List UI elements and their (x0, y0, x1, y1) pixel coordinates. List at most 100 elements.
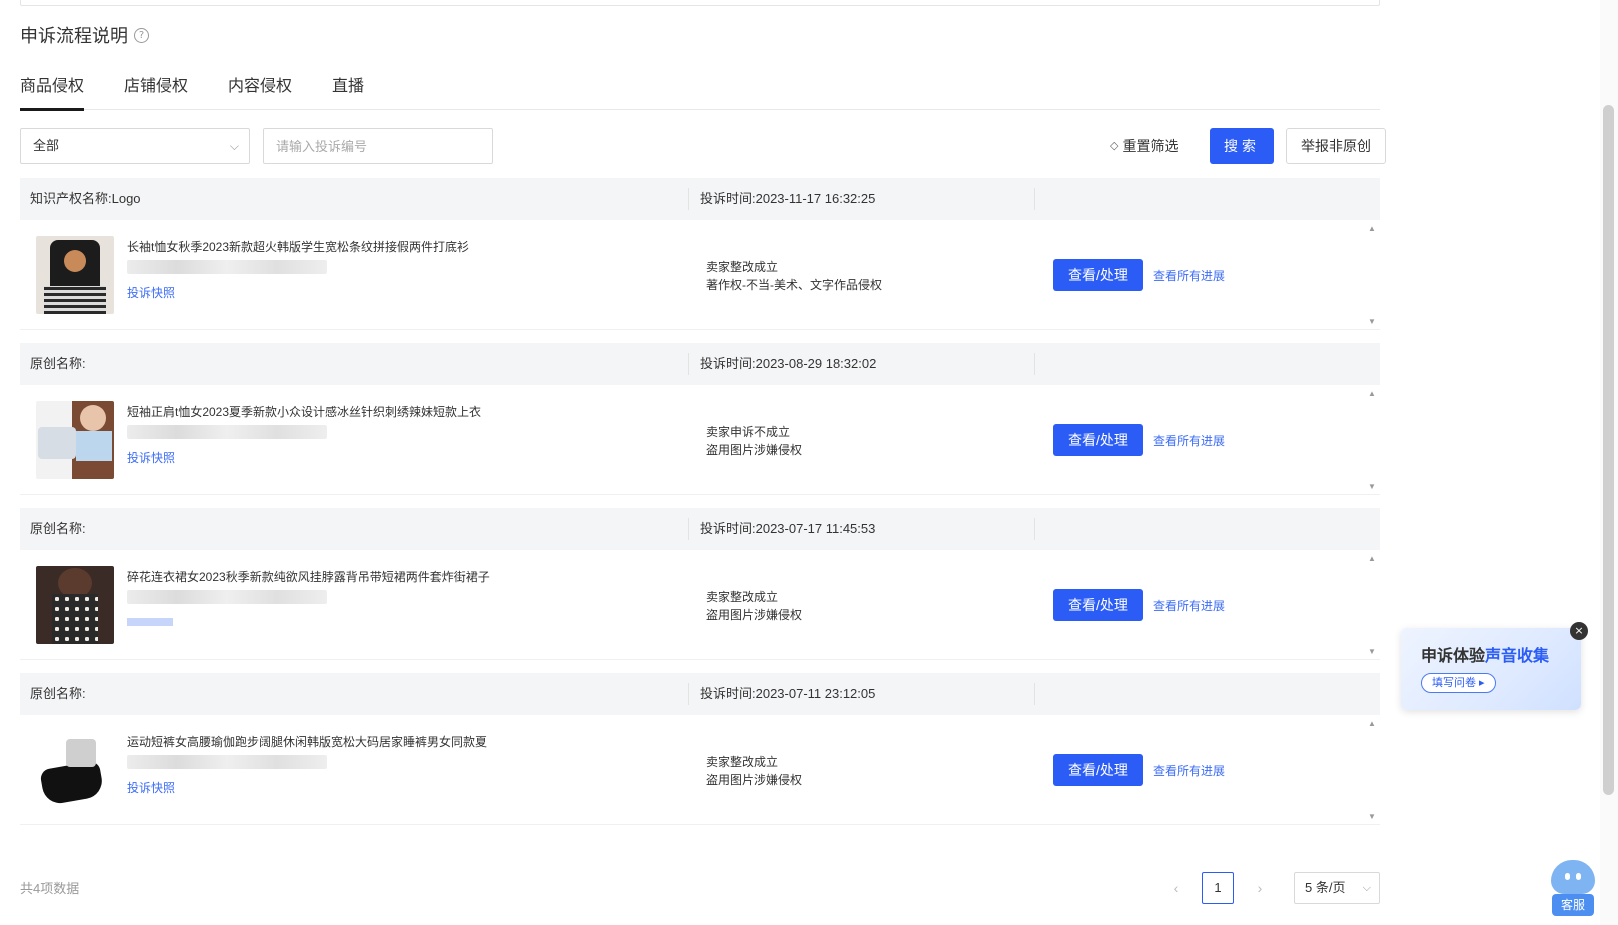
view-all-progress-link[interactable]: 查看所有进展 (1153, 267, 1225, 284)
complaint-snapshot-link[interactable] (127, 618, 173, 626)
complaint-record: 原创名称: 投诉时间:2023-07-11 23:12:05 运动短裤女高腰瑜伽… (20, 673, 1380, 825)
record-name: 原创名称: (30, 521, 86, 536)
filter-row: 全部 ⌵ ◇ 重置筛选 搜索 举报非原创 (20, 128, 1386, 164)
view-handle-button[interactable]: 查看/处理 (1053, 259, 1143, 291)
reset-filter-button[interactable]: ◇ 重置筛选 (1110, 128, 1178, 164)
next-page-icon[interactable]: › (1244, 872, 1276, 904)
complaint-snapshot-link[interactable]: 投诉快照 (127, 449, 175, 466)
record-body: 运动短裤女高腰瑜伽跑步阔腿休闲韩版宽松大码居家睡裤男女同款夏 投诉快照 卖家整改… (20, 715, 1380, 825)
fill-survey-button[interactable]: 填写问卷 ▸ (1421, 673, 1496, 693)
view-all-progress-link[interactable]: 查看所有进展 (1153, 762, 1225, 779)
record-status: 卖家整改成立 盗用图片涉嫌侵权 (706, 588, 802, 624)
record-header: 原创名称: 投诉时间:2023-07-17 11:45:53 (20, 508, 1380, 550)
view-handle-button[interactable]: 查看/处理 (1053, 754, 1143, 786)
reset-filter-label: 重置筛选 (1122, 138, 1179, 154)
row-scrollbar[interactable]: ▲ ▼ (1364, 715, 1380, 825)
record-name: 原创名称: (30, 356, 86, 371)
mascot-eye (1565, 873, 1570, 880)
record-time: 投诉时间:2023-11-17 16:32:25 (700, 191, 876, 206)
status-reason: 盗用图片涉嫌侵权 (706, 443, 803, 457)
record-header: 原创名称: 投诉时间:2023-08-29 18:32:02 (20, 343, 1380, 385)
divider (1034, 188, 1035, 210)
scroll-down-icon[interactable]: ▼ (1368, 317, 1376, 326)
chevron-down-icon: ⌵ (1362, 882, 1371, 894)
tab-bar: 商品侵权 店铺侵权 内容侵权 直播 (20, 72, 1380, 111)
page-title: 申诉流程说明 ? (20, 22, 149, 48)
record-status: 卖家整改成立 盗用图片涉嫌侵权 (706, 753, 802, 789)
complaint-snapshot-link[interactable]: 投诉快照 (127, 779, 175, 796)
feedback-title: 申诉体验声音收集 (1421, 642, 1549, 666)
divider (688, 518, 689, 540)
page-size-select[interactable]: 5 条/页 ⌵ (1294, 872, 1380, 904)
scroll-up-icon[interactable]: ▲ (1368, 224, 1376, 233)
scroll-down-icon[interactable]: ▼ (1368, 647, 1376, 656)
divider (1034, 683, 1035, 705)
view-all-progress-link[interactable]: 查看所有进展 (1153, 597, 1225, 614)
feedback-survey-card[interactable]: 申诉体验声音收集 填写问卷 ▸ (1401, 628, 1581, 710)
page-number-1[interactable]: 1 (1202, 872, 1234, 904)
record-header: 原创名称: 投诉时间:2023-07-11 23:12:05 (20, 673, 1380, 715)
page-scrollbar[interactable] (1600, 0, 1618, 925)
divider (688, 188, 689, 210)
blurred-info (127, 260, 327, 274)
product-thumbnail[interactable] (36, 236, 114, 314)
complaint-record: 原创名称: 投诉时间:2023-07-17 11:45:53 碎花连衣裙女202… (20, 508, 1380, 660)
row-scrollbar[interactable]: ▲ ▼ (1364, 220, 1380, 330)
status-result: 卖家整改成立 (706, 260, 779, 274)
page-title-text: 申诉流程说明 (20, 26, 128, 46)
scroll-up-icon[interactable]: ▲ (1368, 554, 1376, 563)
product-thumbnail[interactable] (36, 566, 114, 644)
tab-live[interactable]: 直播 (332, 72, 364, 110)
status-reason: 盗用图片涉嫌侵权 (706, 608, 803, 622)
complaint-snapshot-link[interactable]: 投诉快照 (127, 284, 175, 301)
scroll-up-icon[interactable]: ▲ (1368, 719, 1376, 728)
row-scrollbar[interactable]: ▲ ▼ (1364, 550, 1380, 660)
report-non-original-button[interactable]: 举报非原创 (1286, 128, 1386, 164)
prev-page-icon[interactable]: ‹ (1160, 872, 1192, 904)
row-scrollbar[interactable]: ▲ ▼ (1364, 385, 1380, 495)
complaint-record: 知识产权名称:Logo 投诉时间:2023-11-17 16:32:25 长袖t… (20, 178, 1380, 330)
status-result: 卖家整改成立 (706, 590, 779, 604)
search-button[interactable]: 搜索 (1210, 128, 1274, 164)
customer-service-label: 客服 (1552, 894, 1594, 916)
blurred-info (127, 590, 327, 604)
scroll-up-icon[interactable]: ▲ (1368, 389, 1376, 398)
view-handle-button[interactable]: 查看/处理 (1053, 589, 1143, 621)
tab-store-infringement[interactable]: 店铺侵权 (124, 72, 188, 110)
scrollbar-thumb[interactable] (1603, 105, 1614, 795)
product-title[interactable]: 长袖t恤女秋季2023新款超火韩版学生宽松条纹拼接假两件打底衫 (127, 238, 469, 255)
feedback-title-part2: 声音收集 (1485, 648, 1550, 665)
scroll-down-icon[interactable]: ▼ (1368, 482, 1376, 491)
product-title[interactable]: 运动短裤女高腰瑜伽跑步阔腿休闲韩版宽松大码居家睡裤男女同款夏 (127, 733, 487, 750)
scroll-down-icon[interactable]: ▼ (1368, 812, 1376, 821)
close-icon[interactable]: × (1570, 622, 1588, 640)
view-handle-button[interactable]: 查看/处理 (1053, 424, 1143, 456)
complaint-record: 原创名称: 投诉时间:2023-08-29 18:32:02 短袖正肩t恤女20… (20, 343, 1380, 495)
customer-service-widget[interactable]: 客服 (1550, 860, 1596, 918)
status-reason: 著作权-不当-美术、文字作品侵权 (706, 278, 882, 292)
status-reason: 盗用图片涉嫌侵权 (706, 773, 803, 787)
divider (688, 683, 689, 705)
product-title[interactable]: 短袖正肩t恤女2023夏季新款小众设计感冰丝针织刺绣辣妹短款上衣 (127, 403, 481, 420)
feedback-title-part1: 申诉体验 (1421, 648, 1486, 665)
record-time: 投诉时间:2023-07-17 11:45:53 (700, 521, 876, 536)
record-body: 短袖正肩t恤女2023夏季新款小众设计感冰丝针织刺绣辣妹短款上衣 投诉快照 卖家… (20, 385, 1380, 495)
tab-product-infringement[interactable]: 商品侵权 (20, 72, 85, 111)
view-all-progress-link[interactable]: 查看所有进展 (1153, 432, 1225, 449)
help-icon[interactable]: ? (134, 27, 149, 43)
status-result: 卖家整改成立 (706, 755, 779, 769)
record-status: 卖家申诉不成立 盗用图片涉嫌侵权 (706, 423, 802, 459)
status-select[interactable]: 全部 ⌵ (20, 128, 250, 164)
record-body: 长袖t恤女秋季2023新款超火韩版学生宽松条纹拼接假两件打底衫 投诉快照 卖家整… (20, 220, 1380, 330)
record-name: 知识产权名称:Logo (30, 191, 141, 206)
tab-content-infringement[interactable]: 内容侵权 (228, 72, 292, 110)
product-title[interactable]: 碎花连衣裙女2023秋季新款纯欲风挂脖露背吊带短裙两件套炸街裙子 (127, 568, 490, 585)
blurred-info (127, 755, 327, 769)
mascot-icon (1551, 860, 1595, 894)
status-select-value: 全部 (33, 138, 60, 153)
product-thumbnail[interactable] (36, 401, 114, 479)
page-size-value: 5 条/页 (1305, 880, 1346, 895)
product-thumbnail[interactable] (36, 731, 114, 809)
divider (1034, 353, 1035, 375)
complaint-id-input[interactable] (263, 128, 493, 164)
